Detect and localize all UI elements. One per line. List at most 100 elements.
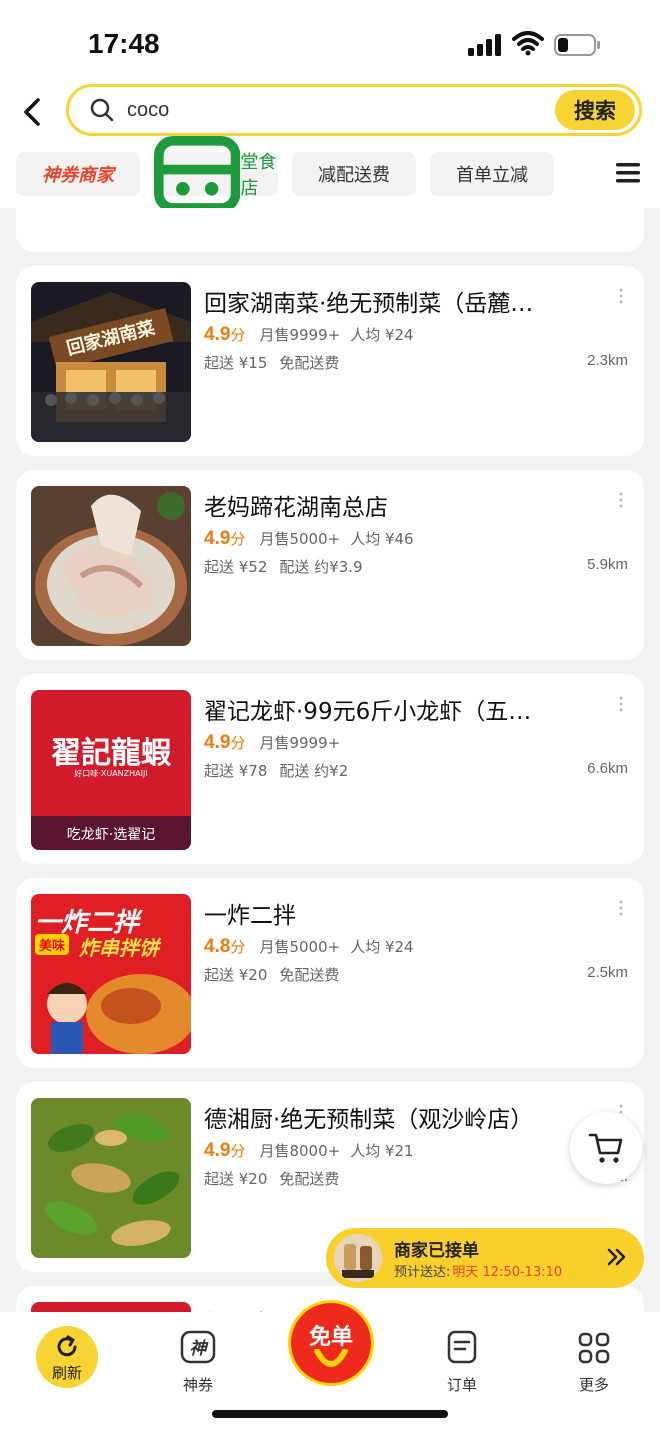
delivery-fee: 配送 约¥3.9 [279,558,363,576]
rating-unit: 分 [230,734,246,752]
store-card[interactable]: 老妈蹄花湖南总店 4.9 分 月售5000+ 人均 ¥46 起送 ¥52 配送 … [16,470,644,660]
store-card[interactable] [16,208,644,252]
refresh-icon [57,1335,77,1357]
store-list: 回家湖南菜 回家湖南菜·绝无预制菜（岳麓… 4.9 分 月售9999+ 人均 ¥… [0,208,660,1312]
brand-logo-text: 翟記龍蝦 [51,736,171,771]
tab-label: 更多 [578,1376,609,1394]
menu-icon[interactable] [616,162,640,184]
min-order: 起送 ¥15 [204,354,268,372]
rating-unit: 分 [230,326,246,344]
store-rating: 4.8 [204,936,231,957]
filter-bar: 神券商家 堂食店 减配送费 首单立减 [0,135,660,213]
store-stats: 4.9 分 月售9999+ [204,732,350,754]
store-rating: 4.9 [204,732,231,753]
tab-more[interactable]: 更多 [554,1330,634,1400]
store-stats: 4.9 分 月售5000+ 人均 ¥46 [204,528,424,550]
rating-unit: 分 [230,938,246,956]
eta-value: 明天 12:50-13:10 [452,1265,563,1280]
store-distance: 2.5km [587,964,628,981]
store-name: 长沙文和 [204,1304,604,1312]
brand-logo-tagline: 吃龙虾·选翟记 [66,827,156,843]
store-card[interactable]: 一炸二拌 美味 炸串拌饼 一炸二拌 4.8 分 月售5000+ 人均 ¥24 起… [16,878,644,1068]
coupon-icon: 神 [180,1330,216,1364]
store-thumbnail [31,1098,191,1258]
tab-free-order[interactable]: 免单 [288,1300,374,1386]
filter-chip-reduced-delivery[interactable]: 减配送费 [292,152,416,196]
rating-unit: 分 [230,530,246,548]
store-delivery-info: 起送 ¥15 免配送费 [204,352,351,373]
delivery-fee: 免配送费 [279,1170,340,1188]
home-indicator [212,1410,448,1418]
free-order-icon [314,1349,348,1367]
store-stats: 4.8 分 月售5000+ 人均 ¥24 [204,936,424,958]
store-name: 德湘厨·绝无预制菜（观沙岭店） [204,1107,534,1133]
more-options-icon[interactable] [618,288,624,304]
order-thumbnail [334,1234,382,1282]
tab-label: 订单 [446,1376,477,1394]
dine-in-icon [154,135,241,213]
delivery-fee: 免配送费 [279,354,340,372]
store-rating: 4.9 [204,1140,231,1161]
store-delivery-info: 起送 ¥20 免配送费 [204,964,351,985]
store-delivery-info: 起送 ¥20 免配送费 [204,1168,351,1189]
min-order: 起送 ¥20 [204,1170,268,1188]
more-options-icon[interactable] [618,492,624,508]
svg-text:神: 神 [190,1339,210,1359]
wifi-icon [512,31,544,56]
status-time: 17:48 [88,28,160,59]
store-distance: 6.6km [587,760,628,777]
store-distance: 2.3km [587,352,628,369]
tab-refresh[interactable]: 刷新 [36,1326,98,1388]
order-status-title: 商家已接单 [394,1241,479,1261]
avg-price: 人均 ¥46 [350,530,414,548]
cart-button[interactable] [570,1112,642,1184]
min-order: 起送 ¥52 [204,558,268,576]
order-eta: 预计送达: 明天 12:50-13:10 [394,1261,562,1280]
store-distance: 5.9km [587,556,628,573]
search-header: 搜索 [0,80,660,146]
avg-price: 人均 ¥24 [350,326,414,344]
tab-label: 神券 [182,1376,213,1394]
delivery-fee: 配送 约¥2 [279,762,349,780]
monthly-sales: 月售8000+ [259,1142,341,1160]
back-arrow-icon[interactable] [18,94,48,130]
more-options-icon[interactable] [618,900,624,916]
monthly-sales: 月售5000+ [259,530,341,548]
search-box[interactable]: 搜索 [66,84,642,136]
store-thumbnail: 一炸二拌 美味 炸串拌饼 [31,894,191,1054]
avg-price: 人均 ¥24 [350,938,414,956]
monthly-sales: 月售5000+ [259,938,341,956]
store-card[interactable]: 回家湖南菜 回家湖南菜·绝无预制菜（岳麓… 4.9 分 月售9999+ 人均 ¥… [16,266,644,456]
search-button[interactable]: 搜索 [555,90,635,130]
grid-icon [578,1332,610,1364]
eta-label: 预计送达: [394,1265,451,1280]
store-name: 一炸二拌 [204,903,296,929]
brand-logo-subtext: 好口味·XUANZHAIJI [74,769,148,778]
tab-orders[interactable]: 订单 [422,1330,502,1400]
store-thumbnail: 翟記龍蝦 好口味·XUANZHAIJI 吃龙虾·选翟记 [31,690,191,850]
store-thumbnail [31,1302,191,1312]
order-status-banner[interactable]: 商家已接单 预计送达: 明天 12:50-13:10 [326,1228,644,1288]
store-stats: 4.9 分 月售9999+ 人均 ¥24 [204,324,424,346]
filter-chip-label: 神券商家 [42,165,114,186]
filter-chip-label: 首单立减 [456,165,528,186]
cart-icon [588,1133,623,1163]
avg-price: 人均 ¥21 [350,1142,414,1160]
cellular-signal-icon [468,34,501,56]
store-delivery-info: 起送 ¥78 配送 约¥2 [204,760,360,781]
tab-coupon[interactable]: 神 神券 [158,1330,238,1400]
store-name: 老妈蹄花湖南总店 [204,495,388,521]
filter-chip-dine-in[interactable]: 堂食店 [154,135,278,213]
tab-label: 刷新 [51,1364,82,1382]
tab-label: 免单 [308,1325,353,1350]
more-options-icon[interactable] [618,696,624,712]
filter-chip-label: 减配送费 [318,165,390,186]
filter-chip-first-order[interactable]: 首单立减 [430,152,554,196]
store-card[interactable]: 翟記龍蝦 好口味·XUANZHAIJI 吃龙虾·选翟记 翟记龙虾·99元6斤小龙… [16,674,644,864]
store-rating: 4.9 [204,324,231,345]
search-input[interactable] [127,95,507,125]
monthly-sales: 月售9999+ [259,326,341,344]
filter-chip-coupon-merchant[interactable]: 神券商家 [16,152,140,196]
store-name: 回家湖南菜·绝无预制菜（岳麓… [204,291,534,317]
store-rating: 4.9 [204,528,231,549]
